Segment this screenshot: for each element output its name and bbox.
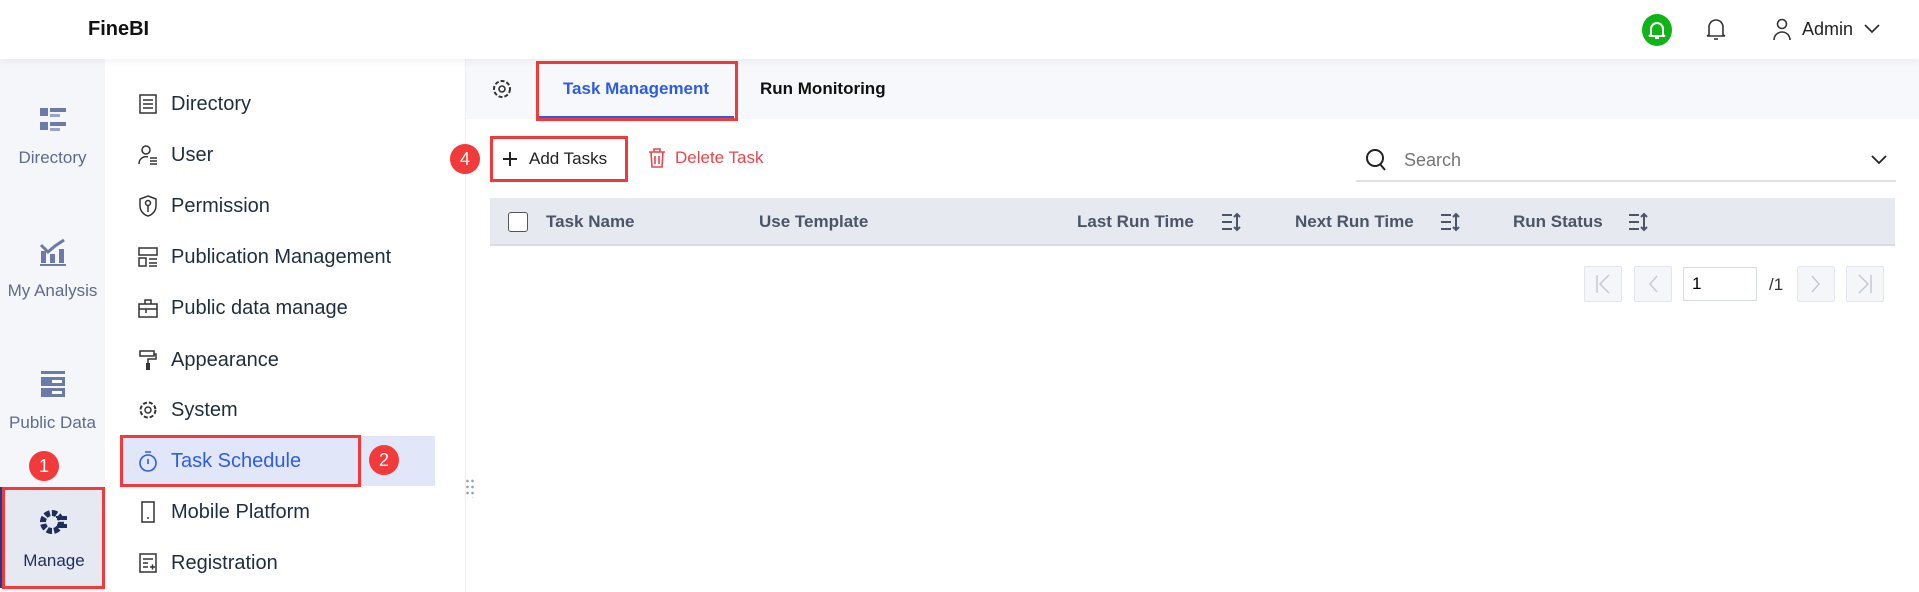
chevron-down-icon[interactable] (1870, 154, 1888, 166)
top-header: FineBI Admin (0, 0, 1919, 59)
user-icon (138, 145, 157, 165)
sort-icon[interactable] (1220, 211, 1242, 233)
menu-item-public-data-manage[interactable]: Public data manage (137, 293, 348, 323)
rail-item-directory[interactable]: Directory (0, 106, 105, 168)
menu-item-appearance[interactable]: Appearance (137, 345, 279, 375)
select-all-checkbox[interactable] (508, 212, 528, 232)
step-badge-4: 4 (450, 144, 480, 174)
search-icon (1366, 149, 1386, 171)
next-page-button[interactable] (1797, 266, 1835, 302)
menu-item-system[interactable]: System (137, 395, 238, 425)
manage-menu: Directory User Permission Publication Ma… (105, 59, 466, 592)
mobile-icon (141, 501, 155, 523)
column-next-run-time[interactable]: Next Run Time (1295, 212, 1414, 232)
prev-page-button[interactable] (1634, 266, 1672, 302)
last-page-button[interactable] (1846, 266, 1884, 302)
menu-item-registration[interactable]: Registration (137, 548, 278, 578)
tab-run-monitoring[interactable]: Run Monitoring (760, 59, 886, 119)
menu-item-directory[interactable]: Directory (137, 89, 251, 119)
app-logo: FineBI (88, 18, 150, 40)
column-last-run-time[interactable]: Last Run Time (1077, 212, 1194, 232)
user-name: Admin (1802, 18, 1854, 39)
plus-icon (503, 152, 517, 166)
total-pages: /1 (1769, 275, 1784, 294)
search-box[interactable] (1356, 140, 1896, 182)
first-page-button[interactable] (1584, 266, 1622, 302)
analysis-chart-icon (39, 238, 66, 266)
trash-icon (649, 148, 665, 168)
step-badge-2: 2 (369, 445, 399, 475)
column-use-template: Use Template (759, 212, 869, 231)
first-page-icon (1596, 274, 1610, 294)
chevron-down-icon (1864, 24, 1880, 34)
resize-handle[interactable] (465, 478, 474, 498)
menu-item-user[interactable]: User (137, 140, 213, 170)
public-data-icon (40, 371, 65, 397)
rail-item-public-data[interactable]: Public Data (0, 369, 105, 433)
paint-roller-icon (139, 350, 157, 370)
column-task-name: Task Name (546, 212, 635, 231)
menu-item-permission[interactable]: Permission (137, 191, 270, 221)
registration-icon (139, 553, 157, 573)
bell-icon[interactable] (1705, 17, 1727, 46)
column-run-status[interactable]: Run Status (1513, 212, 1603, 232)
shield-key-icon (139, 195, 157, 217)
layout-icon (138, 247, 158, 267)
rail-item-my-analysis[interactable]: My Analysis (0, 237, 105, 301)
highlight-box-task-schedule (120, 435, 361, 487)
settings-gear-icon[interactable] (491, 78, 513, 100)
list-icon (139, 94, 157, 114)
highlight-box-task-management (536, 61, 738, 121)
notification-green-icon[interactable] (1642, 14, 1672, 46)
sort-icon[interactable] (1627, 211, 1649, 233)
last-page-icon (1858, 274, 1872, 294)
table-header: Task Name Use Template Last Run Time Nex… (490, 198, 1895, 246)
highlight-box-manage (2, 487, 105, 589)
sort-icon[interactable] (1439, 211, 1461, 233)
search-input[interactable] (1404, 149, 1824, 171)
chevron-left-icon (1649, 275, 1658, 293)
delete-task-button[interactable]: Delete Task (647, 147, 764, 169)
briefcase-icon (138, 299, 158, 318)
menu-item-mobile-platform[interactable]: Mobile Platform (137, 497, 310, 527)
user-icon (1773, 18, 1791, 41)
menu-item-publication-management[interactable]: Publication Management (137, 242, 391, 272)
add-tasks-button[interactable]: Add Tasks (490, 136, 628, 182)
gear-icon (139, 401, 157, 419)
chevron-right-icon (1811, 275, 1820, 293)
user-menu[interactable]: Admin (1772, 17, 1881, 41)
directory-icon (39, 108, 66, 131)
page-number-input[interactable] (1683, 267, 1757, 301)
step-badge-1: 1 (29, 451, 59, 481)
